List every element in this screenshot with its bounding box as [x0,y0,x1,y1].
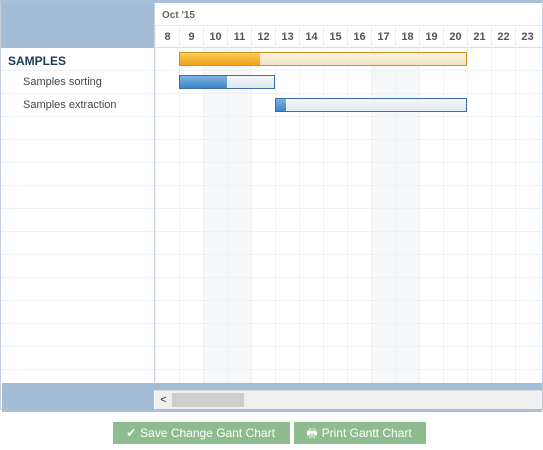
day-label: 13 [275,26,299,48]
checkmark-icon: ✔ [126,426,137,440]
timeline-row [155,370,542,383]
day-label: 20 [443,26,467,48]
day-label: 15 [323,26,347,48]
grid-row [1,278,154,301]
timeline-row [155,347,542,370]
day-label: 22 [491,26,515,48]
grid-row [1,324,154,347]
grid-row [1,301,154,324]
timeline-row [155,232,542,255]
day-label: 16 [347,26,371,48]
month-label: Oct '15 [162,10,195,21]
timeline-row [155,163,542,186]
day-label: 14 [299,26,323,48]
timeline-row [155,324,542,347]
timeline-row [155,255,542,278]
task-grid: SAMPLES Samples sorting Samples extraction [1,48,154,393]
scroll-thumb[interactable] [172,393,244,407]
grid-row [1,255,154,278]
grid-row [1,232,154,255]
grid-footer [2,390,154,409]
day-label: 10 [203,26,227,48]
day-scale: 8 9 10 11 12 13 14 15 16 17 18 19 20 21 22 23 [155,25,542,48]
timeline-row [155,140,542,163]
grid-row [1,209,154,232]
day-label: 8 [155,26,179,48]
gantt-chart: SAMPLES Samples sorting Samples extraction… [0,0,543,412]
grid-row [1,347,154,370]
day-label: 21 [467,26,491,48]
progress-fill [276,99,286,111]
grid-row [1,140,154,163]
day-label: 19 [419,26,443,48]
save-gantt-label: Save Change Gant Chart [140,426,275,440]
group-bar[interactable] [179,52,467,66]
task-bar[interactable] [275,98,467,112]
print-gantt-label: Print Gantt Chart [321,426,412,440]
scroll-left-button[interactable]: < [155,391,172,409]
day-label: 18 [395,26,419,48]
day-label: 17 [371,26,395,48]
day-label: 23 [515,26,539,48]
day-label: 11 [227,26,251,48]
timeline-row [155,301,542,324]
timeline-body [155,48,542,383]
grid-row [1,186,154,209]
task-bar[interactable] [179,75,275,89]
frame-bottom-border [2,409,542,412]
timeline-row [155,209,542,232]
grid-header [1,3,154,48]
day-label: 12 [251,26,275,48]
day-label: 9 [179,26,203,48]
task-label[interactable]: Samples sorting [23,76,102,88]
task-group-label[interactable]: SAMPLES [8,54,66,68]
task-label[interactable]: Samples extraction [23,99,117,111]
timeline-row [155,278,542,301]
save-gantt-button[interactable]: ✔ Save Change Gant Chart [113,422,290,444]
progress-fill [180,76,227,88]
horizontal-scrollbar[interactable]: < [155,390,542,409]
timeline-row [155,186,542,209]
timeline-row [155,117,542,140]
grid-row [1,117,154,140]
print-gantt-button[interactable]: 🖶 Print Gantt Chart [294,422,426,444]
printer-icon: 🖶 [306,426,318,440]
grid-footer-strip [2,383,542,390]
grid-row [1,163,154,186]
timeline-header: Oct '15 8 9 10 11 12 13 14 15 16 17 18 19 20 21 22 23 [155,3,542,48]
progress-fill [180,53,261,65]
